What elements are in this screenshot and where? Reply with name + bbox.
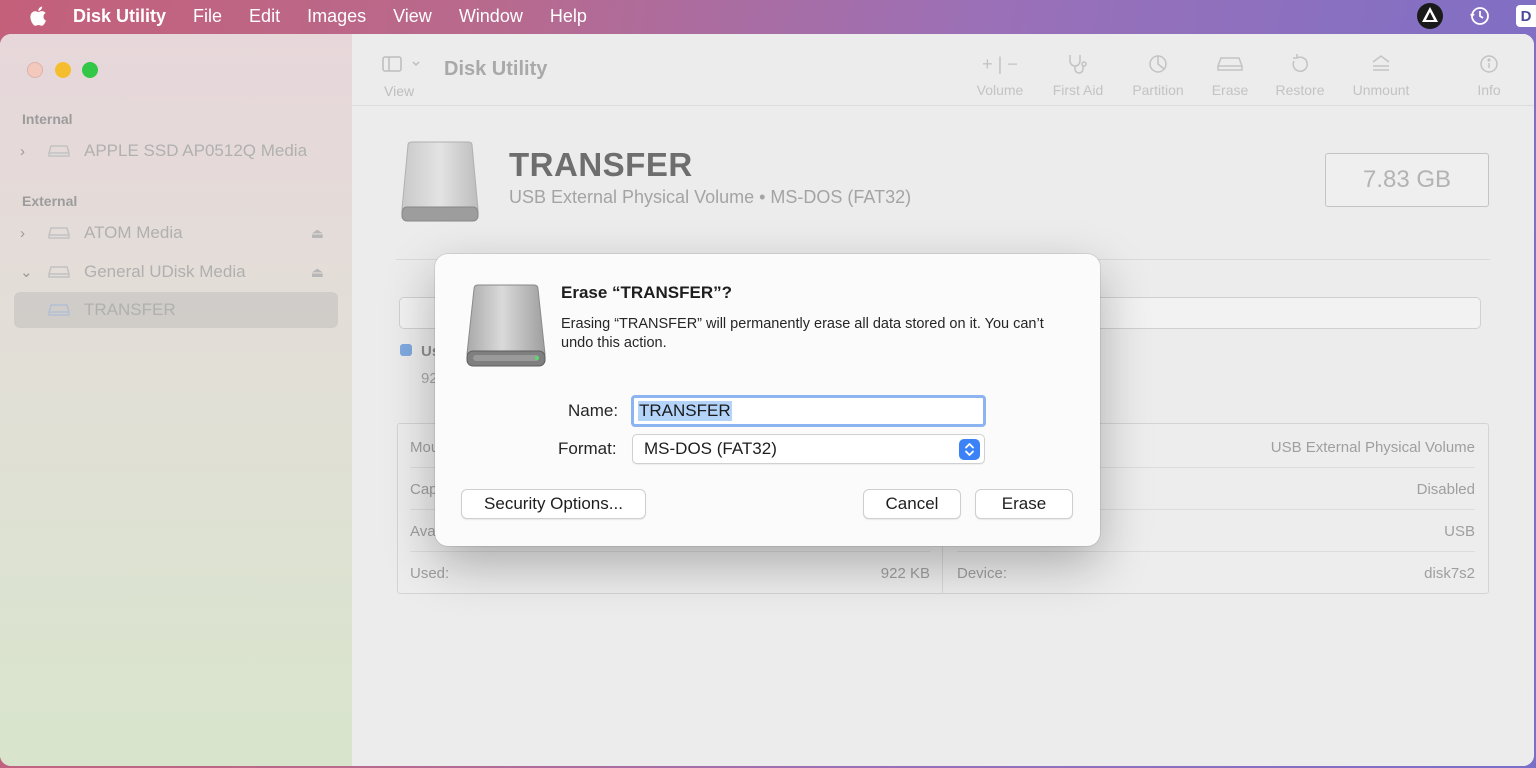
plus-minus-icon: + | −	[982, 53, 1018, 74]
sidebar-item-transfer[interactable]: TRANSFER	[14, 292, 338, 328]
restore-button[interactable]: Restore	[1270, 50, 1330, 98]
sidebar-item-general-udisk[interactable]: ⌄ General UDisk Media ⏏	[14, 254, 338, 290]
partition-button[interactable]: Partition	[1126, 50, 1190, 98]
name-input[interactable]: TRANSFER	[631, 395, 986, 427]
sidebar-item-label: APPLE SSD AP0512Q Media	[84, 141, 308, 160]
view-label: View	[384, 83, 415, 99]
unmount-button[interactable]: Unmount	[1346, 50, 1416, 98]
volume-description: USB External Physical Volume • MS-DOS (F…	[509, 187, 912, 207]
unmount-icon	[1346, 50, 1416, 78]
toolbar: View Disk Utility + | − Volume First Aid…	[352, 34, 1534, 106]
sidebar: Internal › APPLE SSD AP0512Q Media Exter…	[0, 34, 352, 766]
sidebar-section-internal: Internal	[22, 111, 73, 127]
restore-icon	[1270, 50, 1330, 78]
external-disk-icon	[48, 266, 70, 278]
menu-images[interactable]: Images	[307, 6, 366, 27]
format-select[interactable]: MS-DOS (FAT32)	[632, 434, 985, 464]
eject-icon[interactable]: ⏏	[311, 225, 324, 242]
menu-file[interactable]: File	[193, 6, 222, 27]
erase-toolbar-button[interactable]: Erase	[1204, 50, 1256, 98]
zoom-button[interactable]	[82, 62, 98, 78]
close-button[interactable]	[27, 62, 43, 78]
info-row: Used: 922 KB	[410, 564, 930, 582]
chevron-down-icon[interactable]: ⌄	[20, 263, 42, 281]
pie-chart-icon	[1126, 50, 1190, 78]
menu-app-name[interactable]: Disk Utility	[73, 6, 166, 27]
sidebar-item-apple-ssd[interactable]: › APPLE SSD AP0512Q Media	[14, 133, 338, 169]
info-icon	[1468, 50, 1510, 78]
stethoscope-icon	[1046, 50, 1110, 78]
sidebar-toggle-icon[interactable]	[382, 54, 422, 74]
erase-button[interactable]: Erase	[975, 489, 1073, 519]
sidebar-item-atom-media[interactable]: › ATOM Media ⏏	[14, 215, 338, 251]
format-select-value: MS-DOS (FAT32)	[644, 439, 777, 458]
volume-drive-icon	[401, 141, 479, 222]
internal-disk-icon	[48, 145, 70, 157]
external-drive-icon	[466, 284, 546, 367]
time-machine-icon[interactable]	[1466, 2, 1494, 30]
menu-help[interactable]: Help	[550, 6, 587, 27]
erase-dialog: Erase “TRANSFER”? Erasing “TRANSFER” wil…	[435, 254, 1100, 546]
menu-view[interactable]: View	[393, 6, 432, 27]
sidebar-item-label: ATOM Media	[84, 223, 183, 242]
first-aid-button[interactable]: First Aid	[1046, 50, 1110, 98]
sidebar-item-label: General UDisk Media	[84, 262, 246, 281]
sidebar-section-external: External	[22, 193, 78, 209]
volume-size: 7.83 GB	[1325, 153, 1489, 207]
toolbar-title: Disk Utility	[444, 58, 548, 80]
info-row: Device: disk7s2	[957, 564, 1475, 582]
usage-legend-swatch	[400, 344, 412, 356]
cancel-button[interactable]: Cancel	[863, 489, 961, 519]
chevron-right-icon[interactable]: ›	[20, 143, 42, 160]
volume-button[interactable]: + | − Volume	[972, 50, 1028, 99]
eject-icon[interactable]: ⏏	[311, 264, 324, 281]
external-disk-icon	[48, 227, 70, 239]
menu-edit[interactable]: Edit	[249, 6, 280, 27]
volume-icon	[48, 304, 70, 316]
erase-icon	[1204, 50, 1256, 78]
dialog-message: Erasing “TRANSFER” will permanently eras…	[561, 316, 1044, 351]
security-options-button[interactable]: Security Options...	[461, 489, 646, 519]
menu-window[interactable]: Window	[459, 6, 523, 27]
chevron-right-icon[interactable]: ›	[20, 225, 42, 242]
name-label: Name:	[568, 401, 619, 420]
name-input-value[interactable]: TRANSFER	[638, 401, 732, 421]
select-stepper-icon[interactable]	[959, 439, 980, 460]
sidebar-item-label: TRANSFER	[84, 300, 176, 319]
dialog-title: Erase “TRANSFER”?	[561, 283, 732, 302]
status-d-badge[interactable]: D	[1516, 5, 1536, 27]
info-button[interactable]: Info	[1468, 50, 1510, 98]
apple-logo-icon[interactable]	[27, 4, 51, 28]
menu-bar: Disk Utility File Edit Images View Windo…	[0, 0, 1536, 32]
volume-name: TRANSFER	[509, 146, 693, 183]
minimize-button[interactable]	[55, 62, 71, 78]
status-app-icon[interactable]	[1416, 2, 1444, 30]
format-label: Format:	[558, 439, 617, 458]
